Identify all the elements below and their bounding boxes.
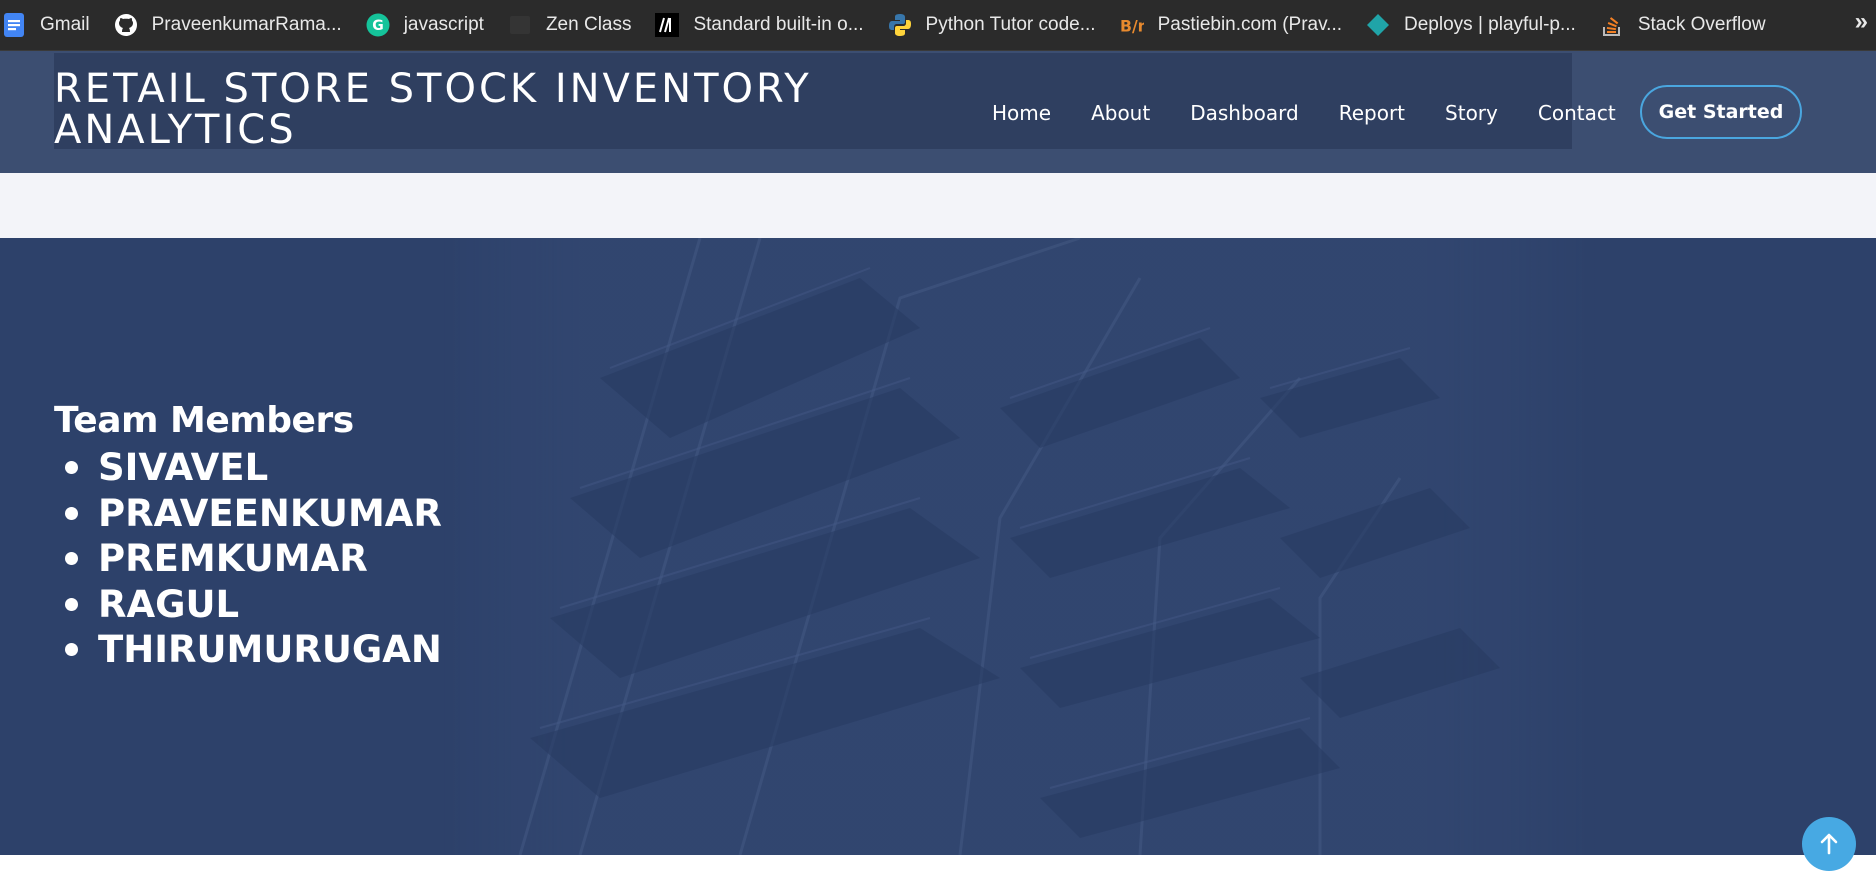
zen-class-icon [508,13,532,37]
bullet-icon [65,461,78,475]
bookmark-label: Deploys | playful-p... [1404,14,1576,35]
bookmark-label: javascript [403,14,484,35]
bookmark-python-tutor[interactable]: Python Tutor code... [888,8,1108,42]
bookmark-label: PraveenkumarRama... [151,14,342,35]
bookmark-zen-class[interactable]: Zen Class [508,8,644,42]
bookmark-label: Gmail [40,14,90,35]
pastebin-icon: B/n [1120,13,1144,37]
svg-text:G: G [372,18,384,34]
list-item: PREMKUMAR [54,536,442,582]
stackoverflow-icon [1600,13,1624,37]
bookmarks-bar: Gmail PraveenkumarRama... G javascript Z… [0,0,1876,51]
bookmark-mdn[interactable]: Standard built-in o... [655,8,875,42]
nav-home[interactable]: Home [992,101,1051,125]
team-members-block: Team Members SIVAVEL PRAVEENKUMAR PREMKU… [54,400,442,673]
bookmark-pastebin[interactable]: B/n Pastiebin.com (Prav... [1120,8,1354,42]
main-nav: Home About Dashboard Report Story Contac… [992,101,1656,125]
member-name: RAGUL [98,582,240,626]
member-name: SIVAVEL [98,446,269,489]
building-background-image [440,238,1600,855]
nav-contact[interactable]: Contact [1538,101,1616,125]
svg-text:B/n: B/n [1120,16,1144,35]
nav-report[interactable]: Report [1339,101,1405,125]
bookmark-netlify[interactable]: Deploys | playful-p... [1366,8,1588,42]
bookmark-github[interactable]: PraveenkumarRama... [114,8,354,42]
site-title[interactable]: RETAIL STORE STOCK INVENTORY ANALYTICS [54,69,814,151]
github-icon [114,13,138,37]
netlify-icon [1366,13,1390,37]
list-item: PRAVEENKUMAR [54,491,442,537]
bullet-icon [65,506,78,520]
member-name: PREMKUMAR [98,537,368,580]
section-divider [0,173,1876,238]
hero-section: Team Members SIVAVEL PRAVEENKUMAR PREMKU… [0,238,1876,855]
bookmark-gmail[interactable]: Gmail [2,8,102,42]
mdn-icon [655,13,680,37]
bookmark-label: Stack Overflow [1637,14,1766,35]
nav-story[interactable]: Story [1445,101,1498,125]
bookmark-label: Standard built-in o... [693,14,864,35]
bullet-icon [65,552,78,566]
list-item: RAGUL [54,582,442,628]
bookmark-label: Zen Class [545,14,632,35]
nav-dashboard[interactable]: Dashboard [1190,101,1299,125]
bullet-icon [65,643,78,657]
python-icon [888,13,912,37]
get-started-button[interactable]: Get Started [1640,85,1802,139]
list-item: SIVAVEL [54,445,442,491]
arrow-up-icon [1820,833,1838,855]
member-name: PRAVEENKUMAR [98,491,442,535]
bookmark-label: Pastiebin.com (Prav... [1157,14,1343,35]
team-list: SIVAVEL PRAVEENKUMAR PREMKUMAR RAGUL THI… [54,445,442,673]
nav-about[interactable]: About [1091,101,1150,125]
team-heading: Team Members [54,400,354,441]
google-docs-icon [2,13,26,37]
bullet-icon [65,597,78,611]
scroll-to-top-button[interactable] [1802,817,1856,871]
grammarly-icon: G [366,13,390,37]
bookmark-stack-overflow[interactable]: Stack Overflow [1600,8,1778,42]
member-name: THIRUMURUGAN [98,628,442,671]
list-item: THIRUMURUGAN [54,627,442,673]
more-bookmarks-chevron-icon[interactable]: » [1855,8,1868,36]
bookmark-javascript[interactable]: G javascript [366,8,496,42]
site-header: RETAIL STORE STOCK INVENTORY ANALYTICS H… [0,51,1876,173]
bookmark-label: Python Tutor code... [925,14,1096,35]
